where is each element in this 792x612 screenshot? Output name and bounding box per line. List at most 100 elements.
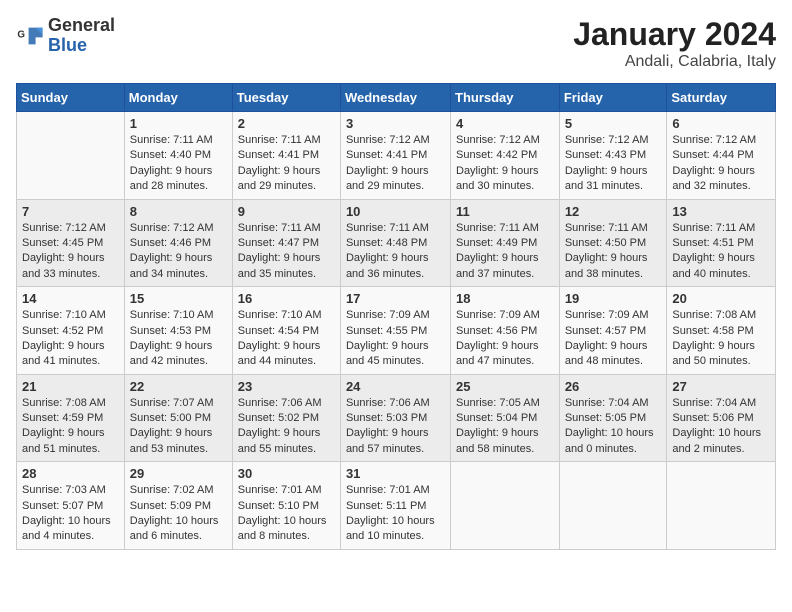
day-number: 5 bbox=[565, 116, 662, 131]
calendar-cell: 25 Sunrise: 7:05 AMSunset: 5:04 PMDayligh… bbox=[451, 374, 560, 462]
logo-text: General Blue bbox=[48, 16, 115, 56]
day-info: Sunrise: 7:11 AMSunset: 4:49 PMDaylight:… bbox=[456, 221, 554, 283]
day-info: Sunrise: 7:06 AMSunset: 5:02 PMDaylight:… bbox=[238, 396, 335, 458]
calendar-table: SundayMondayTuesdayWednesdayThursdayFrid… bbox=[16, 83, 776, 550]
calendar-cell: 31 Sunrise: 7:01 AMSunset: 5:11 PMDayligh… bbox=[340, 462, 450, 550]
calendar-week-row: 21Sunrise: 7:08 AMSunset: 4:59 PMDayligh… bbox=[17, 374, 776, 462]
calendar-cell: 14Sunrise: 7:10 AMSunset: 4:52 PMDayligh… bbox=[17, 287, 125, 375]
day-info: Sunrise: 7:12 AMSunset: 4:43 PMDaylight:… bbox=[565, 133, 662, 195]
day-number: 2 bbox=[238, 116, 335, 131]
day-info: Sunrise: 7:02 AMSunset: 5:09 PMDaylight:… bbox=[130, 483, 227, 545]
day-number: 18 bbox=[456, 291, 554, 306]
day-info: Sunrise: 7:09 AMSunset: 4:55 PMDaylight:… bbox=[346, 308, 445, 370]
day-number: 17 bbox=[346, 291, 445, 306]
day-number: 13 bbox=[672, 204, 770, 219]
calendar-cell: 6 Sunrise: 7:12 AMSunset: 4:44 PMDaylight… bbox=[667, 112, 776, 200]
calendar-cell: 26 Sunrise: 7:04 AMSunset: 5:05 PMDayligh… bbox=[559, 374, 667, 462]
day-info: Sunrise: 7:07 AMSunset: 5:00 PMDaylight:… bbox=[130, 396, 227, 458]
day-info: Sunrise: 7:12 AMSunset: 4:44 PMDaylight:… bbox=[672, 133, 770, 195]
day-number: 12 bbox=[565, 204, 662, 219]
day-info: Sunrise: 7:03 AMSunset: 5:07 PMDaylight:… bbox=[22, 483, 119, 545]
calendar-cell: 28Sunrise: 7:03 AMSunset: 5:07 PMDayligh… bbox=[17, 462, 125, 550]
calendar-cell: 18 Sunrise: 7:09 AMSunset: 4:56 PMDayligh… bbox=[451, 287, 560, 375]
day-number: 23 bbox=[238, 379, 335, 394]
day-number: 31 bbox=[346, 466, 445, 481]
calendar-cell: 16 Sunrise: 7:10 AMSunset: 4:54 PMDayligh… bbox=[232, 287, 340, 375]
weekday-header: Friday bbox=[559, 84, 667, 112]
calendar-cell: 4Sunrise: 7:12 AMSunset: 4:42 PMDaylight… bbox=[451, 112, 560, 200]
logo-general-text: General bbox=[48, 16, 115, 36]
day-number: 6 bbox=[672, 116, 770, 131]
day-number: 24 bbox=[346, 379, 445, 394]
weekday-header: Wednesday bbox=[340, 84, 450, 112]
title-block: January 2024 Andali, Calabria, Italy bbox=[573, 16, 776, 71]
calendar-week-row: 28Sunrise: 7:03 AMSunset: 5:07 PMDayligh… bbox=[17, 462, 776, 550]
day-number: 29 bbox=[130, 466, 227, 481]
calendar-cell: 17 Sunrise: 7:09 AMSunset: 4:55 PMDayligh… bbox=[340, 287, 450, 375]
logo-icon: G bbox=[16, 22, 44, 50]
calendar-cell: 30Sunrise: 7:01 AMSunset: 5:10 PMDayligh… bbox=[232, 462, 340, 550]
calendar-cell bbox=[559, 462, 667, 550]
calendar-cell: 19 Sunrise: 7:09 AMSunset: 4:57 PMDayligh… bbox=[559, 287, 667, 375]
calendar-cell: 20Sunrise: 7:08 AMSunset: 4:58 PMDayligh… bbox=[667, 287, 776, 375]
weekday-header: Saturday bbox=[667, 84, 776, 112]
page-title: January 2024 bbox=[573, 16, 776, 53]
calendar-cell: 5 Sunrise: 7:12 AMSunset: 4:43 PMDaylight… bbox=[559, 112, 667, 200]
calendar-cell: 12 Sunrise: 7:11 AMSunset: 4:50 PMDayligh… bbox=[559, 199, 667, 287]
svg-text:G: G bbox=[17, 29, 25, 40]
calendar-week-row: 1Sunrise: 7:11 AMSunset: 4:40 PMDaylight… bbox=[17, 112, 776, 200]
day-info: Sunrise: 7:01 AMSunset: 5:11 PMDaylight:… bbox=[346, 483, 445, 545]
calendar-cell: 3 Sunrise: 7:12 AMSunset: 4:41 PMDaylight… bbox=[340, 112, 450, 200]
day-info: Sunrise: 7:09 AMSunset: 4:56 PMDaylight:… bbox=[456, 308, 554, 370]
calendar-cell: 9 Sunrise: 7:11 AMSunset: 4:47 PMDaylight… bbox=[232, 199, 340, 287]
day-number: 10 bbox=[346, 204, 445, 219]
day-info: Sunrise: 7:10 AMSunset: 4:54 PMDaylight:… bbox=[238, 308, 335, 370]
calendar-cell: 11Sunrise: 7:11 AMSunset: 4:49 PMDayligh… bbox=[451, 199, 560, 287]
day-number: 7 bbox=[22, 204, 119, 219]
weekday-header: Sunday bbox=[17, 84, 125, 112]
calendar-cell: 24 Sunrise: 7:06 AMSunset: 5:03 PMDayligh… bbox=[340, 374, 450, 462]
calendar-cell: 13Sunrise: 7:11 AMSunset: 4:51 PMDayligh… bbox=[667, 199, 776, 287]
calendar-week-row: 7Sunrise: 7:12 AMSunset: 4:45 PMDaylight… bbox=[17, 199, 776, 287]
day-number: 30 bbox=[238, 466, 335, 481]
day-info: Sunrise: 7:12 AMSunset: 4:46 PMDaylight:… bbox=[130, 221, 227, 283]
day-info: Sunrise: 7:11 AMSunset: 4:50 PMDaylight:… bbox=[565, 221, 662, 283]
day-info: Sunrise: 7:06 AMSunset: 5:03 PMDaylight:… bbox=[346, 396, 445, 458]
calendar-cell: 22Sunrise: 7:07 AMSunset: 5:00 PMDayligh… bbox=[124, 374, 232, 462]
day-info: Sunrise: 7:11 AMSunset: 4:41 PMDaylight:… bbox=[238, 133, 335, 195]
calendar-cell bbox=[17, 112, 125, 200]
calendar-cell: 7Sunrise: 7:12 AMSunset: 4:45 PMDaylight… bbox=[17, 199, 125, 287]
day-number: 3 bbox=[346, 116, 445, 131]
day-info: Sunrise: 7:10 AMSunset: 4:52 PMDaylight:… bbox=[22, 308, 119, 370]
day-info: Sunrise: 7:05 AMSunset: 5:04 PMDaylight:… bbox=[456, 396, 554, 458]
calendar-cell: 10 Sunrise: 7:11 AMSunset: 4:48 PMDayligh… bbox=[340, 199, 450, 287]
day-info: Sunrise: 7:10 AMSunset: 4:53 PMDaylight:… bbox=[130, 308, 227, 370]
day-info: Sunrise: 7:11 AMSunset: 4:47 PMDaylight:… bbox=[238, 221, 335, 283]
day-info: Sunrise: 7:11 AMSunset: 4:48 PMDaylight:… bbox=[346, 221, 445, 283]
day-number: 16 bbox=[238, 291, 335, 306]
logo: G General Blue bbox=[16, 16, 115, 56]
day-number: 9 bbox=[238, 204, 335, 219]
day-info: Sunrise: 7:09 AMSunset: 4:57 PMDaylight:… bbox=[565, 308, 662, 370]
weekday-header: Tuesday bbox=[232, 84, 340, 112]
calendar-week-row: 14Sunrise: 7:10 AMSunset: 4:52 PMDayligh… bbox=[17, 287, 776, 375]
calendar-header-row: SundayMondayTuesdayWednesdayThursdayFrid… bbox=[17, 84, 776, 112]
page-subtitle: Andali, Calabria, Italy bbox=[573, 53, 776, 71]
day-number: 27 bbox=[672, 379, 770, 394]
day-info: Sunrise: 7:08 AMSunset: 4:58 PMDaylight:… bbox=[672, 308, 770, 370]
day-number: 25 bbox=[456, 379, 554, 394]
day-number: 19 bbox=[565, 291, 662, 306]
calendar-cell: 1Sunrise: 7:11 AMSunset: 4:40 PMDaylight… bbox=[124, 112, 232, 200]
day-info: Sunrise: 7:08 AMSunset: 4:59 PMDaylight:… bbox=[22, 396, 119, 458]
day-info: Sunrise: 7:12 AMSunset: 4:41 PMDaylight:… bbox=[346, 133, 445, 195]
logo-blue-text: Blue bbox=[48, 36, 115, 56]
calendar-cell: 29 Sunrise: 7:02 AMSunset: 5:09 PMDayligh… bbox=[124, 462, 232, 550]
day-info: Sunrise: 7:04 AMSunset: 5:05 PMDaylight:… bbox=[565, 396, 662, 458]
day-info: Sunrise: 7:12 AMSunset: 4:42 PMDaylight:… bbox=[456, 133, 554, 195]
calendar-cell: 23 Sunrise: 7:06 AMSunset: 5:02 PMDayligh… bbox=[232, 374, 340, 462]
calendar-cell: 8Sunrise: 7:12 AMSunset: 4:46 PMDaylight… bbox=[124, 199, 232, 287]
page-header: G General Blue January 2024 Andali, Cala… bbox=[16, 16, 776, 71]
day-number: 26 bbox=[565, 379, 662, 394]
calendar-cell: 15Sunrise: 7:10 AMSunset: 4:53 PMDayligh… bbox=[124, 287, 232, 375]
weekday-header: Thursday bbox=[451, 84, 560, 112]
